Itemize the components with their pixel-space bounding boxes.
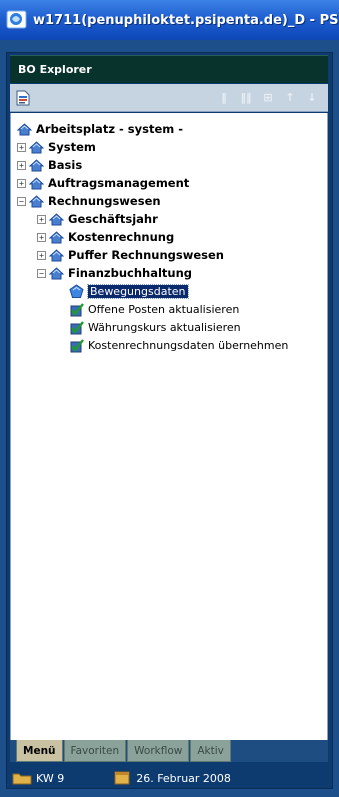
arrow-down-icon[interactable]: ↓	[304, 90, 320, 106]
tree-node-kostenrechnungsdaten[interactable]: Kostenrechnungsdaten übernehmen	[11, 336, 327, 354]
tree-node-basis[interactable]: + Basis	[11, 156, 327, 174]
explorer-toolbar: ‖ ‖‖ ⊞ ↑ ↓	[10, 84, 328, 112]
tab-workflow[interactable]: Workflow	[127, 740, 190, 762]
folder-icon	[12, 771, 32, 785]
document-icon[interactable]	[15, 90, 31, 106]
tree-label: Basis	[48, 158, 83, 172]
checkmark-doc-icon	[69, 320, 84, 335]
columns-icon[interactable]: ‖‖	[238, 90, 254, 106]
tree-label: Kostenrechnungsdaten übernehmen	[88, 338, 289, 352]
checkmark-doc-icon	[69, 302, 84, 317]
status-bar: KW 9 26. Februar 2008	[10, 765, 328, 791]
expand-icon[interactable]: +	[17, 178, 26, 188]
pentagon-icon	[69, 283, 84, 299]
tree-label: Finanzbuchhaltung	[68, 266, 193, 280]
explorer-header: BO Explorer	[10, 55, 328, 83]
house-icon	[49, 248, 64, 263]
tree-node-geschaeftsjahr[interactable]: + Geschäftsjahr	[11, 210, 327, 228]
grid-icon[interactable]: ⊞	[260, 90, 276, 106]
tree-label: Geschäftsjahr	[68, 212, 158, 226]
tree-node-auftragsmanagement[interactable]: + Auftragsmanagement	[11, 174, 327, 192]
tree-label: Kostenrechnung	[68, 230, 175, 244]
explorer-title: BO Explorer	[18, 63, 92, 76]
expand-icon[interactable]: +	[17, 160, 26, 170]
arrow-up-icon[interactable]: ↑	[282, 90, 298, 106]
house-icon	[49, 230, 64, 245]
house-icon	[49, 212, 64, 227]
tree-node-finanzbuchhaltung[interactable]: − Finanzbuchhaltung	[11, 264, 327, 282]
tree-node-waehrungskurs[interactable]: Währungskurs aktualisieren	[11, 318, 327, 336]
tab-aktiv[interactable]: Aktiv	[190, 740, 231, 762]
toolbar-right-group: ‖ ‖‖ ⊞ ↑ ↓	[216, 90, 328, 106]
tree-node-puffer-rechnungswesen[interactable]: + Puffer Rechnungswesen	[11, 246, 327, 264]
tree-label: System	[48, 140, 96, 154]
bottom-tabs: Menü Favoriten Workflow Aktiv	[10, 740, 328, 762]
split-icon[interactable]: ‖	[216, 90, 232, 106]
tree-label: Rechnungswesen	[48, 194, 161, 208]
house-icon	[29, 140, 44, 155]
collapse-icon[interactable]: −	[37, 268, 46, 278]
house-icon	[49, 266, 64, 281]
date-indicator[interactable]: 26. Februar 2008	[112, 771, 231, 785]
date-label: 26. Februar 2008	[136, 771, 231, 785]
tree-label: Puffer Rechnungswesen	[68, 248, 224, 262]
window-title: w1711(penuphiloktet.psipenta.de)_D - PSI…	[33, 12, 339, 28]
tab-favoriten[interactable]: Favoriten	[63, 740, 127, 762]
tree-node-rechnungswesen[interactable]: − Rechnungswesen	[11, 192, 327, 210]
house-icon	[29, 158, 44, 173]
explorer-tree: Arbeitsplatz - system - + System + Basis…	[10, 113, 328, 740]
window-title-bar[interactable]: w1711(penuphiloktet.psipenta.de)_D - PSI…	[0, 0, 339, 40]
tree-node-root[interactable]: Arbeitsplatz - system -	[11, 120, 327, 138]
tree-label-selected: Bewegungsdaten	[87, 283, 189, 299]
expand-icon[interactable]: +	[17, 142, 26, 152]
tree-label: Auftragsmanagement	[48, 176, 190, 190]
tree-label: Währungskurs aktualisieren	[88, 320, 241, 334]
house-icon	[17, 122, 32, 137]
tree-node-system[interactable]: + System	[11, 138, 327, 156]
collapse-icon[interactable]: −	[17, 196, 26, 206]
week-label: KW 9	[36, 771, 65, 785]
expand-icon[interactable]: +	[37, 250, 46, 260]
checkmark-doc-icon	[69, 338, 84, 353]
tree-label: Arbeitsplatz - system -	[36, 122, 184, 136]
expand-icon[interactable]: +	[37, 232, 46, 242]
tree-node-bewegungsdaten[interactable]: Bewegungsdaten	[11, 282, 327, 300]
app-icon	[6, 9, 28, 31]
tab-menu[interactable]: Menü	[16, 740, 63, 762]
house-icon	[29, 176, 44, 191]
house-icon	[29, 194, 44, 209]
week-indicator[interactable]: KW 9	[12, 771, 64, 785]
expand-icon[interactable]: +	[37, 214, 46, 224]
calendar-icon	[112, 771, 132, 785]
tree-node-kostenrechnung[interactable]: + Kostenrechnung	[11, 228, 327, 246]
tree-node-offene-posten[interactable]: Offene Posten aktualisieren	[11, 300, 327, 318]
tree-label: Offene Posten aktualisieren	[88, 302, 240, 316]
